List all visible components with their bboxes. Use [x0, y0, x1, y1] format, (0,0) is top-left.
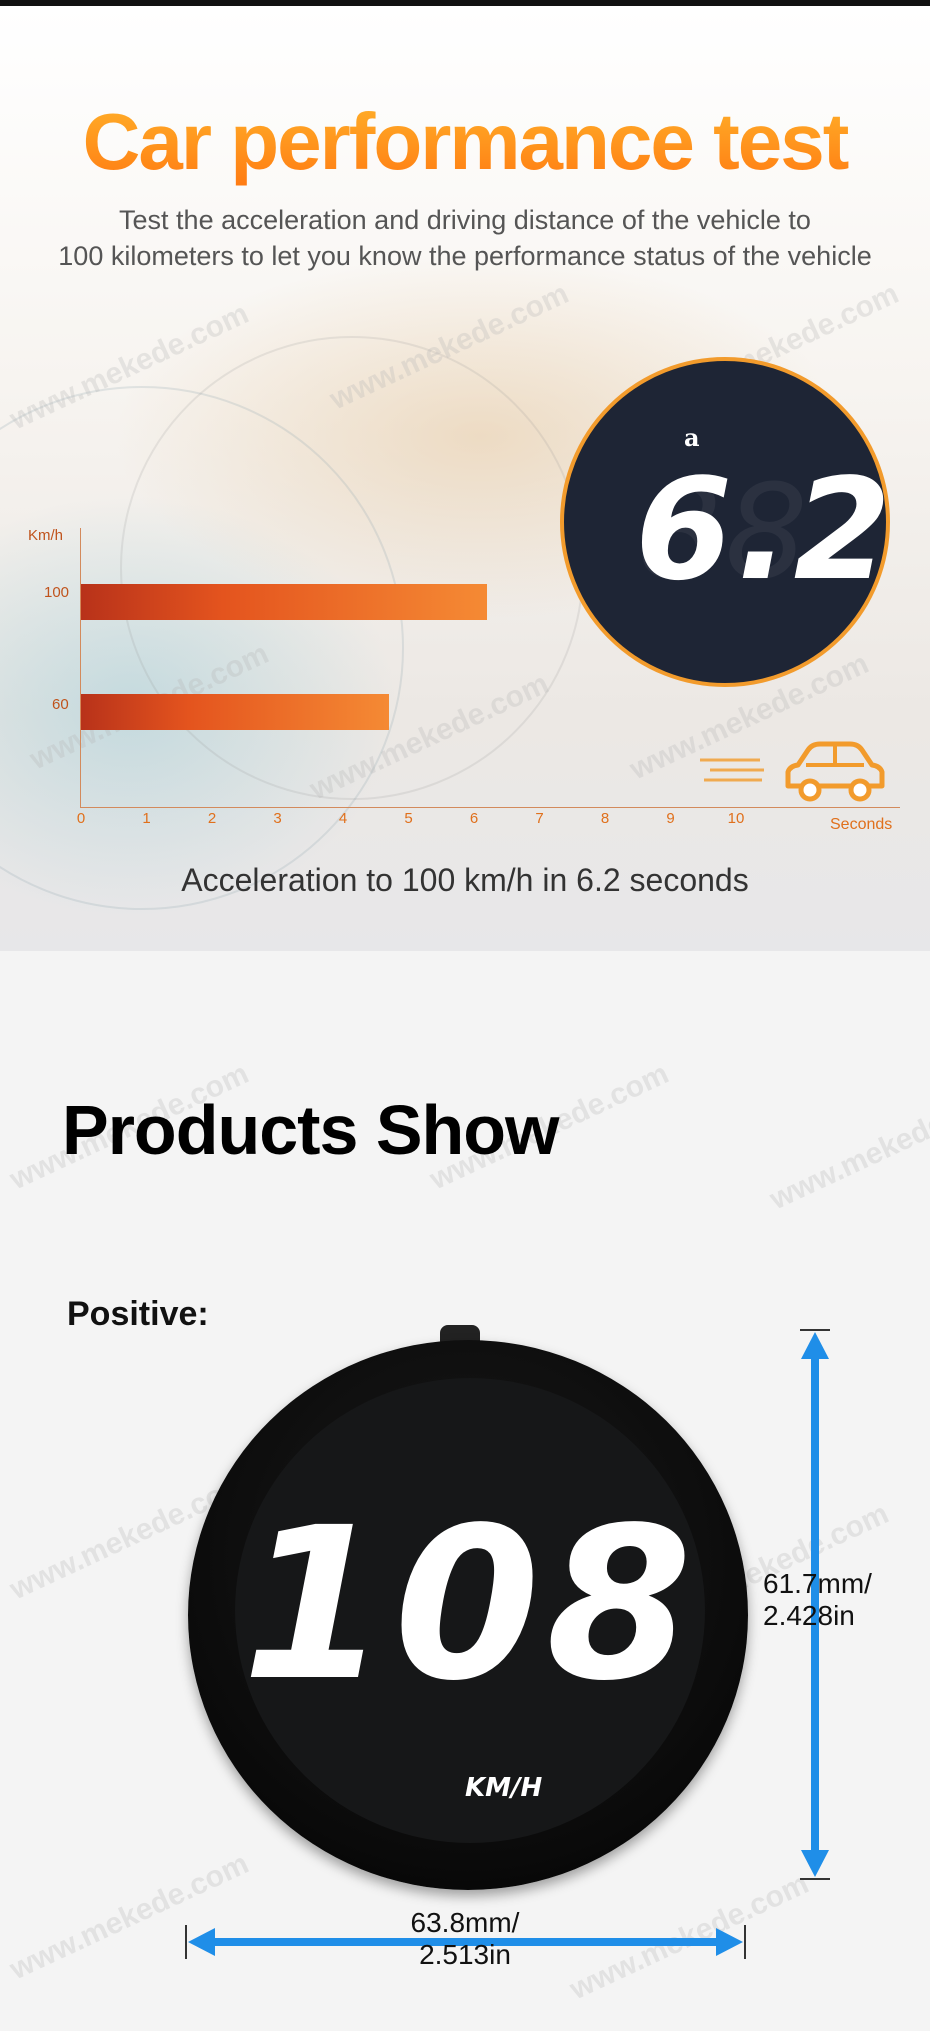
x-tick-label: 6	[469, 810, 479, 827]
x-tick-label: 4	[338, 810, 348, 827]
x-tick-label: 7	[535, 810, 544, 827]
performance-title: Car performance test	[0, 96, 930, 188]
speed-value: 108	[241, 1482, 699, 1727]
performance-subtitle-line1: Test the acceleration and driving distan…	[119, 205, 811, 235]
category-label-60: 60	[52, 696, 69, 713]
bar-60kmh	[81, 694, 389, 730]
x-tick-label: 8	[600, 810, 610, 827]
acceleration-value: 6.2	[634, 449, 890, 612]
height-mm: 61.7mm/	[763, 1568, 872, 1599]
x-tick-label: 2	[207, 810, 217, 827]
acceleration-caption: Acceleration to 100 km/h in 6.2 seconds	[181, 862, 749, 898]
height-in: 2.428in	[763, 1600, 855, 1632]
products-title: Products Show	[62, 1091, 559, 1169]
x-tick-label: 1	[142, 810, 151, 827]
width-in: 2.513in	[419, 1939, 511, 1971]
x-tick-label: 5	[404, 810, 413, 827]
category-label-100: 100	[44, 584, 70, 601]
x-tick-label: 10	[727, 810, 745, 827]
watermark: www.mekede.com	[764, 1076, 930, 1217]
x-tick-label: 0	[76, 810, 86, 827]
acceleration-display: 88 a 6.2	[560, 357, 890, 687]
height-dimension: 61.7mm/ 2.428in	[763, 1568, 872, 1632]
view-label: Positive:	[67, 1295, 209, 1333]
x-axis-label: Seconds	[830, 816, 893, 833]
car-icon	[700, 738, 900, 808]
width-mm: 63.8mm/	[410, 1907, 520, 1938]
x-tick-label: 3	[273, 810, 282, 827]
x-tick-label: 9	[666, 810, 675, 827]
bar-100kmh	[81, 584, 487, 620]
unit-label: KM/H	[465, 1773, 543, 1803]
acceleration-mark: a	[684, 423, 700, 452]
performance-subtitle-line2: 100 kilometers to let you know the perfo…	[58, 241, 872, 271]
y-axis-label: Km/h	[28, 527, 64, 544]
width-dimension: 63.8mm/ 2.513in	[400, 1907, 530, 1971]
y-axis-line	[80, 528, 81, 808]
